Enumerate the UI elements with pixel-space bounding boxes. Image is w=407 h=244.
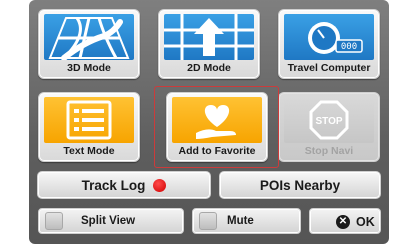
text-list-icon bbox=[44, 97, 134, 143]
mute-checkbox[interactable] bbox=[199, 212, 217, 230]
3d-mode-button[interactable]: 3D Mode bbox=[38, 9, 140, 79]
ok-button[interactable]: ✕ OK bbox=[309, 208, 381, 234]
close-x-icon: ✕ bbox=[336, 215, 350, 229]
record-dot-icon bbox=[153, 178, 167, 192]
text-mode-button[interactable]: Text Mode bbox=[38, 92, 140, 162]
menu-panel: 3D Mode 2D Mode 000 Travel Computer Text… bbox=[29, 0, 389, 244]
odometer-digits: 000 bbox=[341, 42, 357, 52]
mute-label: Mute bbox=[227, 215, 254, 227]
split-view-button[interactable]: Split View bbox=[38, 208, 184, 234]
stop-navi-button[interactable]: STOP Stop Navi bbox=[278, 92, 380, 162]
3d-map-icon bbox=[44, 14, 134, 60]
stop-sign-icon: STOP bbox=[284, 97, 374, 143]
3d-mode-label: 3D Mode bbox=[67, 62, 111, 74]
2d-mode-button[interactable]: 2D Mode bbox=[158, 9, 260, 79]
2d-mode-label: 2D Mode bbox=[187, 62, 231, 74]
split-view-label: Split View bbox=[81, 215, 136, 227]
track-log-button[interactable]: Track Log bbox=[37, 171, 211, 199]
stop-sign-text: STOP bbox=[315, 116, 342, 127]
ok-label: OK bbox=[356, 215, 375, 229]
pois-nearby-label: POIs Nearby bbox=[259, 177, 341, 193]
text-mode-label: Text Mode bbox=[63, 145, 115, 157]
split-view-checkbox[interactable] bbox=[45, 212, 63, 230]
pois-nearby-button[interactable]: POIs Nearby bbox=[219, 171, 381, 199]
selection-highlight bbox=[154, 86, 279, 168]
track-log-label: Track Log bbox=[81, 177, 146, 193]
travel-computer-button[interactable]: 000 Travel Computer bbox=[278, 9, 380, 79]
speedometer-icon: 000 bbox=[284, 14, 374, 60]
2d-map-icon bbox=[164, 14, 254, 60]
mute-button[interactable]: Mute bbox=[192, 208, 301, 234]
travel-computer-label: Travel Computer bbox=[287, 62, 371, 74]
stop-navi-label: Stop Navi bbox=[304, 145, 354, 157]
